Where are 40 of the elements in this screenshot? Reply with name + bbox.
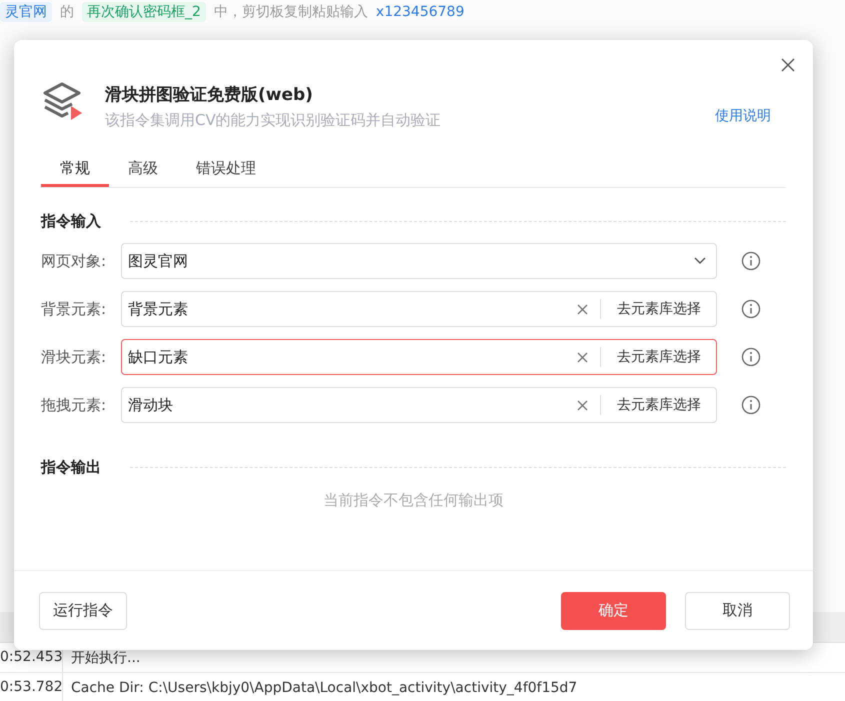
info-icon[interactable] bbox=[741, 251, 761, 271]
field-label: 拖拽元素: bbox=[41, 396, 108, 414]
value-text: x123456789 bbox=[376, 4, 464, 20]
log-message: Cache Dir: C:\Users\kbjy0\AppData\Local\xbot_activity\activity_4f0f15d7 bbox=[70, 680, 578, 696]
element-field[interactable]: 缺口元素 去元素库选择 bbox=[121, 339, 717, 375]
section-title: 指令输入 bbox=[41, 212, 102, 230]
info-icon[interactable] bbox=[741, 395, 761, 415]
log-time: 0:53.782 bbox=[0, 673, 63, 701]
field-label: 滑块元素: bbox=[41, 348, 108, 366]
target-tag: 灵官网 bbox=[0, 2, 52, 22]
element-field[interactable]: 滑动块 去元素库选择 bbox=[121, 387, 717, 423]
help-link[interactable]: 使用说明 bbox=[715, 107, 771, 125]
section-title: 指令输出 bbox=[41, 458, 102, 476]
pick-element-button[interactable]: 去元素库选择 bbox=[611, 348, 706, 366]
chevron-down-icon bbox=[694, 257, 706, 265]
layers-icon bbox=[42, 82, 84, 122]
close-icon[interactable] bbox=[781, 58, 795, 72]
step-text: 中，剪切板复制粘贴输入 bbox=[214, 3, 368, 21]
element-field[interactable]: 背景元素 去元素库选择 bbox=[121, 291, 717, 327]
tab[interactable]: 常规 bbox=[41, 159, 109, 187]
run-button[interactable]: 运行指令 bbox=[39, 592, 127, 630]
info-icon[interactable] bbox=[741, 347, 761, 367]
pick-element-button[interactable]: 去元素库选择 bbox=[611, 396, 706, 414]
element-tag: 再次确认密码框_2 bbox=[82, 2, 206, 22]
clear-icon[interactable] bbox=[577, 304, 588, 314]
tab[interactable]: 高级 bbox=[109, 159, 177, 187]
info-icon[interactable] bbox=[741, 299, 761, 319]
select-field[interactable]: 图灵官网 bbox=[121, 243, 717, 279]
log-message: 开始执行... bbox=[70, 648, 140, 666]
tab[interactable]: 错误处理 bbox=[177, 159, 275, 187]
field-label: 网页对象: bbox=[41, 252, 108, 270]
cancel-button[interactable]: 取消 bbox=[685, 592, 790, 630]
pick-element-button[interactable]: 去元素库选择 bbox=[611, 300, 706, 318]
field-label: 背景元素: bbox=[41, 300, 108, 318]
empty-message: 当前指令不包含任何输出项 bbox=[322, 491, 504, 510]
clear-icon[interactable] bbox=[577, 400, 588, 410]
dialog-title: 滑块拼图验证免费版(web) bbox=[105, 84, 314, 106]
clear-icon[interactable] bbox=[577, 352, 588, 362]
dialog-subtitle: 该指令集调用CV的能力实现识别验证码并自动验证 bbox=[105, 111, 442, 130]
step-text: 的 bbox=[60, 3, 74, 21]
